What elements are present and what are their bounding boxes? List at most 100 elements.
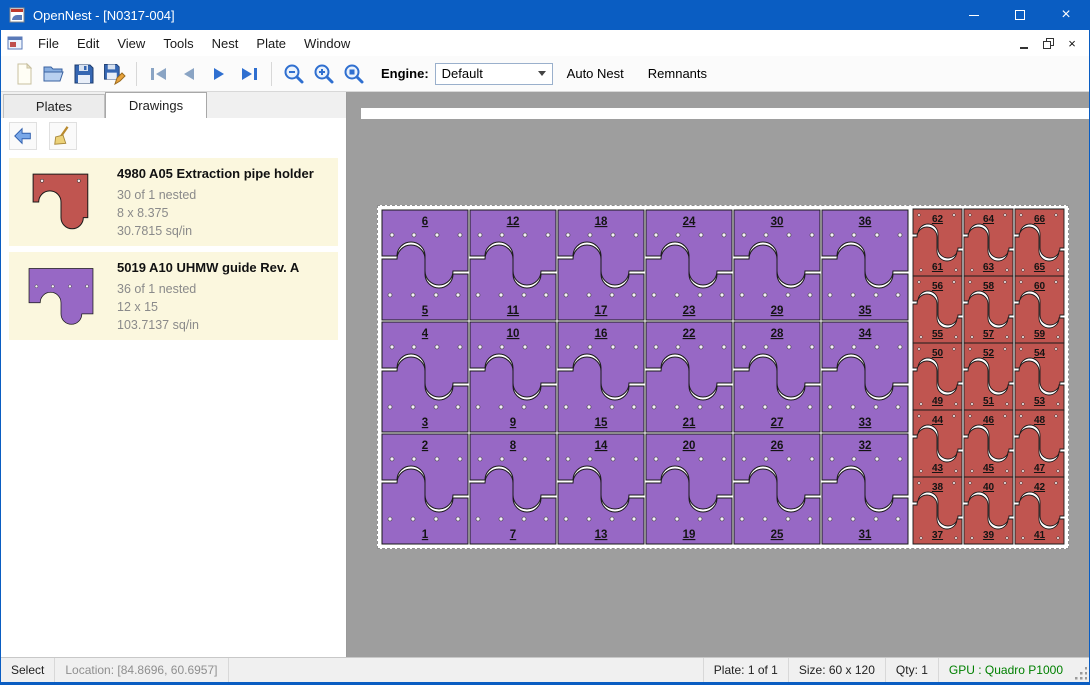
- next-plate-button[interactable]: [204, 59, 234, 89]
- nested-part-pair[interactable]: 2019: [646, 434, 732, 544]
- nested-part-pair[interactable]: 40 39: [964, 477, 1013, 544]
- sidebar: Plates Drawings: [1, 92, 347, 657]
- nested-part-pair[interactable]: 87: [470, 434, 556, 544]
- nested-part-pair[interactable]: 2625: [734, 434, 820, 544]
- part-area: 103.7137 sq/in: [117, 316, 332, 334]
- statusbar: Select Location: [84.8696, 60.6957] Plat…: [1, 657, 1089, 682]
- part-list-item[interactable]: 4980 A05 Extraction pipe holder 30 of 1 …: [9, 158, 338, 246]
- nested-part-pair[interactable]: 2221: [646, 322, 732, 432]
- nested-part-pair[interactable]: 4645: [964, 410, 1013, 477]
- menu-tools[interactable]: Tools: [154, 32, 202, 55]
- nested-part-pair[interactable]: 4847: [1015, 410, 1064, 477]
- engine-select[interactable]: Default: [435, 63, 553, 85]
- nested-part-pair[interactable]: 2423: [646, 210, 732, 320]
- svg-text:25: 25: [771, 529, 784, 541]
- first-plate-button[interactable]: [144, 59, 174, 89]
- nested-part-pair[interactable]: 6665: [1015, 209, 1064, 276]
- nested-part-pair[interactable]: 109: [470, 322, 556, 432]
- nested-part-pair[interactable]: 4241: [1015, 477, 1064, 544]
- nested-part-pair[interactable]: 5049: [913, 343, 962, 410]
- menu-nest[interactable]: Nest: [203, 32, 248, 55]
- svg-text:39: 39: [983, 530, 995, 541]
- document-icon: [7, 35, 23, 51]
- svg-text:40: 40: [983, 482, 995, 493]
- svg-text:46: 46: [983, 415, 995, 426]
- drawings-toolbar: [1, 118, 346, 154]
- mdi-restore-button[interactable]: [1037, 33, 1059, 53]
- part-area: 30.7815 sq/in: [117, 222, 332, 240]
- previous-plate-button[interactable]: [174, 59, 204, 89]
- nested-part-pair[interactable]: 1413: [558, 434, 644, 544]
- save-button[interactable]: [69, 59, 99, 89]
- resize-grip-icon[interactable]: [1073, 658, 1089, 682]
- nested-part-pair[interactable]: 5857: [964, 276, 1013, 343]
- zoom-in-button[interactable]: [309, 59, 339, 89]
- nested-part-pair[interactable]: 3029: [734, 210, 820, 320]
- nested-part-pair[interactable]: 43: [382, 322, 468, 432]
- tab-plates[interactable]: Plates: [3, 94, 105, 118]
- remnants-button[interactable]: Remnants: [638, 60, 717, 87]
- svg-text:20: 20: [683, 440, 696, 452]
- zoom-out-button[interactable]: [279, 59, 309, 89]
- close-button[interactable]: ×: [1043, 0, 1089, 30]
- nested-part-pair[interactable]: 21: [382, 434, 468, 544]
- clear-drawings-button[interactable]: [49, 122, 77, 150]
- nested-part-pair[interactable]: 5251: [964, 343, 1013, 410]
- parts-list: 4980 A05 Extraction pipe holder 30 of 1 …: [1, 154, 346, 657]
- open-button[interactable]: [39, 59, 69, 89]
- svg-text:38: 38: [932, 482, 944, 493]
- last-plate-button[interactable]: [234, 59, 264, 89]
- nested-part-pair[interactable]: 4443: [913, 410, 962, 477]
- nested-part-pair[interactable]: 3635: [822, 210, 908, 320]
- nested-part-pair[interactable]: 6261: [913, 209, 962, 276]
- plate[interactable]: 6512111817242330293635431091615222128273…: [377, 205, 1069, 549]
- new-file-button[interactable]: [9, 59, 39, 89]
- import-drawing-button[interactable]: [9, 122, 37, 150]
- part-list-item[interactable]: 5019 A10 UHMW guide Rev. A 36 of 1 neste…: [9, 252, 338, 340]
- main-area: Plates Drawings: [1, 92, 1089, 657]
- menu-file[interactable]: File: [29, 32, 68, 55]
- nested-part-pair[interactable]: 5453: [1015, 343, 1064, 410]
- last-arrow-icon: [237, 62, 261, 86]
- auto-nest-button[interactable]: Auto Nest: [557, 60, 634, 87]
- nested-part-pair[interactable]: 1817: [558, 210, 644, 320]
- minimize-button[interactable]: [951, 0, 997, 30]
- part-size: 12 x 15: [117, 298, 332, 316]
- menu-edit[interactable]: Edit: [68, 32, 108, 55]
- titlebar[interactable]: OpenNest - [N0317-004] ×: [1, 0, 1089, 30]
- menu-view[interactable]: View: [108, 32, 154, 55]
- nest-canvas[interactable]: 6512111817242330293635431091615222128273…: [347, 92, 1089, 657]
- svg-text:48: 48: [1034, 415, 1046, 426]
- nested-part-pair[interactable]: 1615: [558, 322, 644, 432]
- status-size: Size: 60 x 120: [788, 658, 885, 682]
- nest-plate-svg[interactable]: 6512111817242330293635431091615222128273…: [378, 206, 1068, 548]
- nested-part-pair[interactable]: 3837: [913, 477, 962, 544]
- engine-label: Engine:: [381, 66, 429, 81]
- svg-text:57: 57: [983, 329, 995, 340]
- nested-part-pair[interactable]: 6059: [1015, 276, 1064, 343]
- save-as-button[interactable]: [99, 59, 129, 89]
- nested-part-pair[interactable]: 6463: [964, 209, 1013, 276]
- toolbar: Engine: Default Auto Nest Remnants: [1, 56, 1089, 92]
- nested-part-pair[interactable]: 5655: [913, 276, 962, 343]
- nested-part-pair[interactable]: 1211: [470, 210, 556, 320]
- nested-part-pair[interactable]: 3231: [822, 434, 908, 544]
- svg-text:23: 23: [683, 305, 696, 317]
- svg-text:3: 3: [422, 417, 428, 429]
- mdi-close-button[interactable]: ×: [1061, 33, 1083, 53]
- nested-part-pair[interactable]: 3433: [822, 322, 908, 432]
- tab-drawings[interactable]: Drawings: [105, 92, 207, 118]
- save-as-icon: [102, 62, 126, 86]
- arrow-left-icon: [12, 125, 34, 147]
- nested-part-pair[interactable]: 2827: [734, 322, 820, 432]
- maximize-button[interactable]: [997, 0, 1043, 30]
- menu-window[interactable]: Window: [295, 32, 359, 55]
- mdi-minimize-button[interactable]: [1013, 33, 1035, 53]
- menubar: File Edit View Tools Nest Plate Window ×: [1, 30, 1089, 56]
- nested-part-pair[interactable]: 65: [382, 210, 468, 320]
- svg-text:9: 9: [510, 417, 516, 429]
- menu-plate[interactable]: Plate: [247, 32, 295, 55]
- part-size: 8 x 8.375: [117, 204, 332, 222]
- zoom-fit-button[interactable]: [339, 59, 369, 89]
- svg-text:1: 1: [422, 529, 429, 541]
